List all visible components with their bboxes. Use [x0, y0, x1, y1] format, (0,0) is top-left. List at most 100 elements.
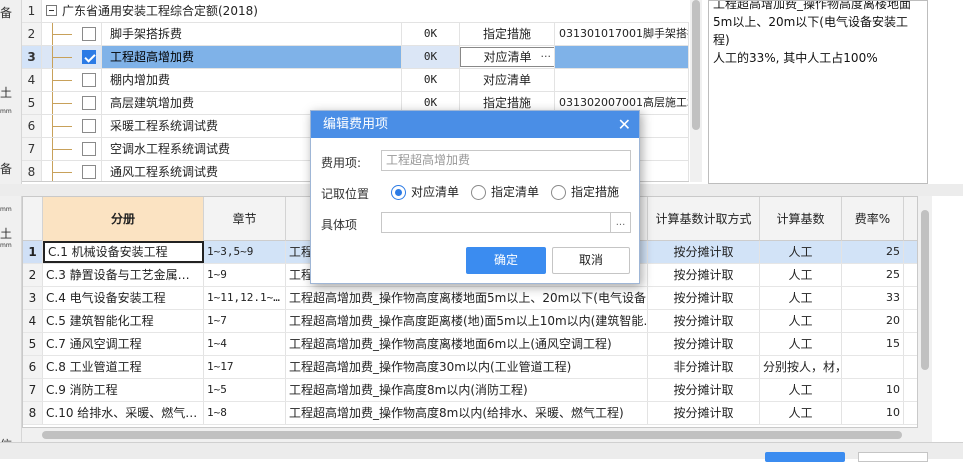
rate-cell	[842, 356, 904, 378]
rate-cell: 15	[842, 333, 904, 355]
book-cell: C.4 电气设备安装工程	[43, 287, 204, 309]
row-number: 1	[23, 241, 43, 263]
dialog-title: 编辑费用项	[323, 117, 389, 132]
method-cell: 按分摊计取	[648, 287, 760, 309]
tree-cell	[42, 46, 102, 68]
rate-cell: 10	[842, 379, 904, 401]
row-number: 2	[23, 264, 43, 286]
section-cell: 1~9	[204, 264, 286, 286]
grid-horizontal-scrollbar[interactable]	[22, 428, 932, 442]
fee-name-cell: 工程超高增加费_操作高度距离楼(地)面5m以上10m以内(建筑智能…	[286, 310, 648, 332]
detail-label: 具体项	[321, 218, 358, 232]
grid-row[interactable]: 3 C.4 电气设备安装工程 1~11,12.1~… 工程超高增加费_操作物高度离楼地…	[23, 287, 917, 310]
tree-cell	[42, 69, 102, 91]
row-number: 7	[22, 138, 42, 160]
row-number: 4	[23, 310, 43, 332]
fee-position: 对应清单	[483, 50, 532, 64]
extra-cell	[904, 287, 917, 309]
method-cell: 按分摊计取	[648, 379, 760, 401]
fee-name-cell: 工程超高增加费_操作物高度离楼地面6m以上(通风空调工程)	[286, 333, 648, 355]
grid-row[interactable]: 5 C.7 通风空调工程 1~4 工程超高增加费_操作物高度离楼地面6m以上(通风空调…	[23, 333, 917, 356]
base-cell: 人工	[760, 333, 842, 355]
fee-name-cell: 工程超高增加费_操作物高度离楼地面5m以上、20m以下(电气设备…	[286, 287, 648, 309]
method-cell: 按分摊计取	[648, 264, 760, 286]
base-cell: 分别按人，材，机取费	[760, 356, 842, 378]
strip-char: 土	[0, 227, 13, 241]
radio-specified-list[interactable]: 指定清单	[471, 183, 539, 201]
scroll-thumb[interactable]	[921, 210, 929, 370]
detail-input[interactable]: ...	[381, 212, 631, 233]
header-base[interactable]: 计算基数	[760, 197, 842, 241]
description-line: 5m以上、20m以下(电气设备安装工程)	[713, 15, 908, 47]
book-cell: C.1 机械设备安装工程	[43, 241, 204, 263]
strip-char: 土	[0, 86, 13, 100]
extra-cell	[904, 241, 917, 263]
row-number: 6	[23, 356, 43, 378]
left-side-strip: 备 mm 土 mm 备 土 mm 信	[0, 0, 22, 459]
book-cell: C.7 通风空调工程	[43, 333, 204, 355]
confirm-button[interactable]: 确定	[466, 247, 546, 274]
primary-button-partial[interactable]	[765, 452, 845, 462]
header-method[interactable]: 计算基数计取方式	[648, 197, 760, 241]
scroll-thumb[interactable]	[42, 431, 902, 439]
more-icon[interactable]: ···	[541, 48, 552, 66]
base-cell: 人工	[760, 379, 842, 401]
collapse-icon[interactable]	[46, 5, 57, 16]
top-table-scrollbar[interactable]	[690, 0, 702, 182]
row-checkbox[interactable]	[82, 165, 96, 179]
base-cell: 人工	[760, 310, 842, 332]
row-checkbox[interactable]	[82, 96, 96, 110]
strip-char: 备	[0, 162, 13, 176]
base-cell: 人工	[760, 402, 842, 424]
section-cell: 1~11,12.1~…	[204, 287, 286, 309]
header-book[interactable]: 分册	[43, 197, 204, 241]
row-checkbox[interactable]	[82, 142, 96, 156]
tree-row[interactable]: 2 脚手架搭拆费 0K 指定措施 031301017001脚手架搭拆	[22, 23, 689, 46]
fee-position[interactable]: 对应清单	[460, 69, 555, 91]
section-cell: 1~7	[204, 310, 286, 332]
book-cell: C.10 给排水、采暖、燃气…	[43, 402, 204, 424]
description-line: 工程超高增加费_操作物高度离楼地面	[713, 0, 912, 11]
section-cell: 1~17	[204, 356, 286, 378]
fee-name-cell: 工程超高增加费_操作高度8m以内(消防工程)	[286, 379, 648, 401]
rate-cell: 33	[842, 287, 904, 309]
fee-item-input[interactable]: 工程超高增加费	[381, 150, 631, 171]
row-checkbox[interactable]	[82, 73, 96, 87]
tree-row[interactable]: 1 广东省通用安装工程综合定额(2018)	[22, 0, 689, 23]
row-number: 7	[23, 379, 43, 401]
grid-row[interactable]: 7 C.9 消防工程 1~5 工程超高增加费_操作高度8m以内(消防工程) 按分摊计取人…	[23, 379, 917, 402]
dialog-title-bar[interactable]: 编辑费用项 ✕	[311, 111, 639, 138]
fee-position[interactable]: 指定措施	[460, 23, 555, 45]
grid-row[interactable]: 6 C.8 工业管道工程 1~17 工程超高增加费_操作物高度30m以内(工业管道工程…	[23, 356, 917, 379]
tree-row-selected[interactable]: 3 工程超高增加费 0K 对应清单 ···	[22, 46, 689, 69]
description-panel: 工程超高增加费_操作物高度离楼地面 5m以上、20m以下(电气设备安装工程) 人…	[708, 0, 928, 184]
extra-cell	[904, 379, 917, 401]
radio-specified-measure[interactable]: 指定措施	[551, 183, 619, 201]
tree-cell	[42, 161, 102, 181]
grid-row[interactable]: 4 C.5 建筑智能化工程 1~7 工程超高增加费_操作高度距离楼(地)面5m以上10…	[23, 310, 917, 333]
grid-vertical-scrollbar[interactable]	[918, 196, 932, 428]
rate-cell: 25	[842, 264, 904, 286]
scroll-thumb[interactable]	[692, 0, 700, 130]
row-checkbox[interactable]	[82, 119, 96, 133]
row-number: 5	[22, 92, 42, 114]
browse-button[interactable]: ...	[610, 213, 630, 232]
extra-cell	[904, 402, 917, 424]
row-number: 8	[22, 161, 42, 181]
rate-cell: 10	[842, 402, 904, 424]
header-section[interactable]: 章节	[204, 197, 286, 241]
radio-corresponding-list[interactable]: 对应清单	[391, 183, 459, 201]
fee-position-editor[interactable]: 对应清单 ···	[460, 46, 555, 68]
close-icon[interactable]: ✕	[618, 111, 631, 138]
row-checkbox[interactable]	[82, 27, 96, 41]
tree-row[interactable]: 4 棚内增加费 0K 对应清单	[22, 69, 689, 92]
cancel-button[interactable]: 取消	[552, 247, 630, 274]
row-checkbox-checked[interactable]	[82, 50, 96, 64]
grid-row[interactable]: 8 C.10 给排水、采暖、燃气… 1~8 工程超高增加费_操作物高度8m以内(给排水…	[23, 402, 917, 425]
fee-name: 脚手架搭拆费	[102, 23, 402, 45]
tree-cell	[42, 115, 102, 137]
position-radio-group: 对应清单 指定清单 指定措施	[391, 183, 631, 201]
header-rate[interactable]: 费率%	[842, 197, 904, 241]
row-number: 3	[22, 46, 42, 68]
secondary-button-partial[interactable]	[858, 452, 928, 462]
